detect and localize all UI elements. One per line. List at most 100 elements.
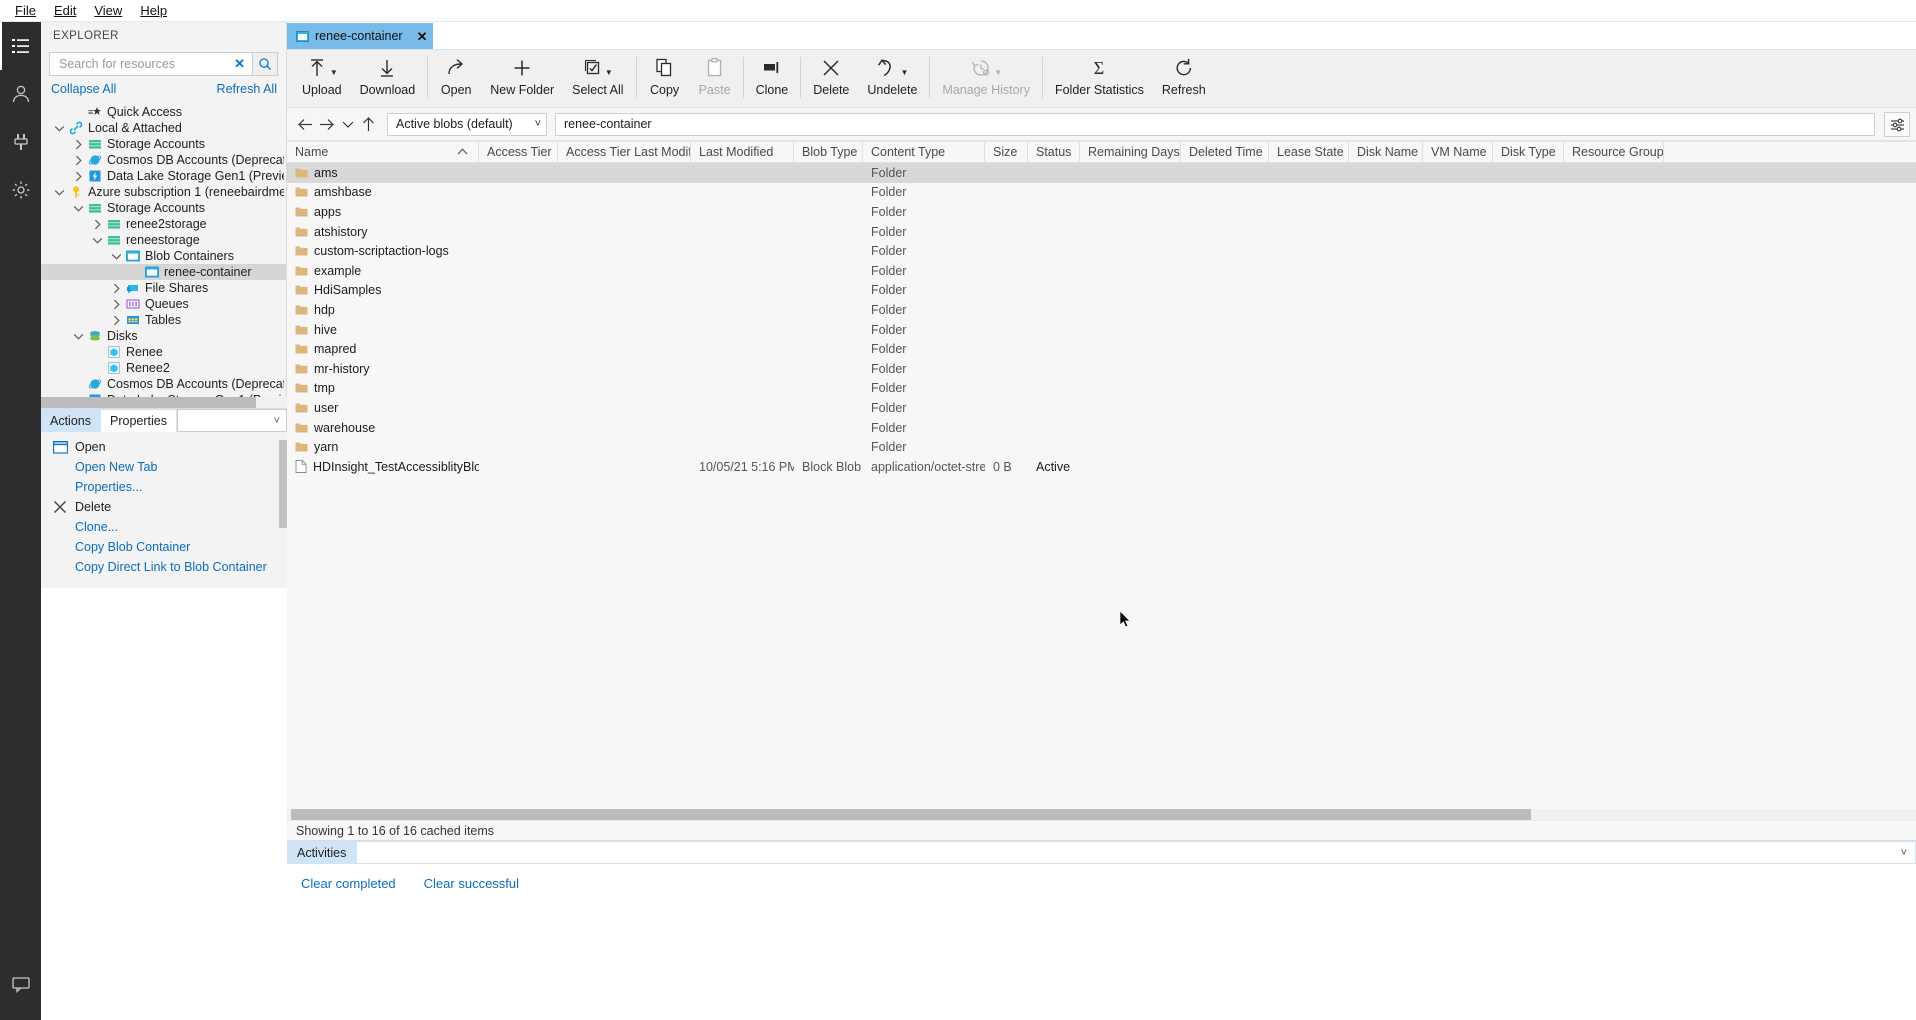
- tree-item-renee2[interactable]: Renee2: [41, 360, 286, 376]
- tree-item-data-lake-storage-gen1-preview[interactable]: Data Lake Storage Gen1 (Preview): [41, 168, 286, 184]
- menu-item-edit[interactable]: Edit: [45, 1, 85, 20]
- tree-item-storage-accounts[interactable]: Storage Accounts: [41, 136, 286, 152]
- refresh-all-link[interactable]: Refresh All: [217, 82, 277, 96]
- activities-collapse-button[interactable]: ˅: [356, 841, 1916, 864]
- explorer-horizontal-scrollbar[interactable]: [41, 397, 287, 408]
- action-item-copy-blob-container[interactable]: Copy Blob Container: [41, 537, 287, 557]
- table-row[interactable]: ams Folder: [287, 163, 1916, 183]
- account-icon[interactable]: [0, 70, 41, 118]
- column-header-last-modified[interactable]: Last Modified: [691, 142, 794, 162]
- table-row[interactable]: example Folder: [287, 261, 1916, 281]
- chevron-right-icon[interactable]: [70, 155, 86, 166]
- close-icon[interactable]: ✕: [417, 30, 428, 43]
- tab-activities[interactable]: Activities: [287, 841, 357, 864]
- connect-icon[interactable]: [0, 118, 41, 166]
- column-header-deleted-time[interactable]: Deleted Time: [1181, 142, 1269, 162]
- chevron-down-icon[interactable]: [51, 188, 67, 197]
- toolbar-button-open[interactable]: Open: [431, 50, 481, 107]
- forward-button[interactable]: [316, 113, 337, 135]
- table-row[interactable]: tmp Folder: [287, 379, 1916, 399]
- chevron-down-icon[interactable]: [89, 236, 105, 245]
- chevron-right-icon[interactable]: [108, 315, 124, 326]
- search-button[interactable]: [253, 52, 278, 76]
- action-item-delete[interactable]: Delete: [41, 497, 287, 517]
- column-header-status[interactable]: Status: [1028, 142, 1080, 162]
- column-header-access-tier-last-modified[interactable]: Access Tier Last Modified: [558, 142, 691, 162]
- toolbar-button-clone[interactable]: Clone: [747, 50, 798, 107]
- actions-vertical-scrollbar[interactable]: [279, 432, 287, 588]
- chevron-right-icon[interactable]: [70, 139, 86, 150]
- table-row[interactable]: atshistory Folder: [287, 222, 1916, 242]
- chevron-down-icon[interactable]: [108, 252, 124, 261]
- tree-item-renee2storage[interactable]: renee2storage: [41, 216, 286, 232]
- tree-item-reneestorage[interactable]: reneestorage: [41, 232, 286, 248]
- action-item-clone[interactable]: Clone...: [41, 517, 287, 537]
- toolbar-button-delete[interactable]: Delete: [804, 50, 858, 107]
- menu-item-help[interactable]: Help: [131, 1, 176, 20]
- column-settings-button[interactable]: [1884, 111, 1910, 137]
- explorer-scroll-thumb[interactable]: [41, 397, 256, 408]
- tab-actions[interactable]: Actions: [41, 409, 100, 432]
- history-dropdown-button[interactable]: [337, 113, 358, 135]
- actions-scroll-thumb[interactable]: [279, 440, 287, 528]
- toolbar-button-new-folder[interactable]: New Folder: [481, 50, 563, 107]
- table-row[interactable]: HdiSamples Folder: [287, 281, 1916, 301]
- table-row[interactable]: custom-scriptaction-logs Folder: [287, 241, 1916, 261]
- toolbar-button-undelete[interactable]: ▼ Undelete: [858, 50, 926, 107]
- column-header-size[interactable]: Size: [985, 142, 1028, 162]
- toolbar-button-upload[interactable]: ▼ Upload: [293, 50, 351, 107]
- table-row[interactable]: amshbase Folder: [287, 183, 1916, 203]
- tree-item-renee-container[interactable]: renee-container: [41, 264, 286, 280]
- chevron-right-icon[interactable]: [108, 283, 124, 294]
- search-input[interactable]: [57, 56, 232, 72]
- column-header-content-type[interactable]: Content Type: [863, 142, 985, 162]
- clear-successful-link[interactable]: Clear successful: [424, 876, 519, 891]
- action-item-open-new-tab[interactable]: Open New Tab: [41, 457, 287, 477]
- toolbar-button-refresh[interactable]: Refresh: [1153, 50, 1215, 107]
- tree-item-cosmos-db-accounts-deprecated[interactable]: Cosmos DB Accounts (Deprecated): [41, 152, 286, 168]
- column-header-resource-group[interactable]: Resource Group: [1564, 142, 1664, 162]
- column-header-lease-state[interactable]: Lease State: [1269, 142, 1349, 162]
- explorer-icon[interactable]: [0, 22, 41, 70]
- column-header-disk-type[interactable]: Disk Type: [1493, 142, 1564, 162]
- action-item-properties[interactable]: Properties...: [41, 477, 287, 497]
- table-row[interactable]: user Folder: [287, 398, 1916, 418]
- collapse-all-link[interactable]: Collapse All: [51, 82, 116, 96]
- document-tab-renee-container[interactable]: renee-container ✕: [287, 23, 434, 49]
- back-button[interactable]: [295, 113, 316, 135]
- column-header-remaining-days[interactable]: Remaining Days: [1080, 142, 1181, 162]
- chevron-down-icon[interactable]: [70, 204, 86, 213]
- tree-item-quick-access[interactable]: ≡ Quick Access: [41, 104, 286, 120]
- tree-item-local-attached[interactable]: Local & Attached: [41, 120, 286, 136]
- column-header-name[interactable]: Name: [287, 142, 479, 162]
- blob-filter-dropdown[interactable]: Active blobs (default) ˅: [387, 112, 547, 136]
- table-row[interactable]: mapred Folder: [287, 339, 1916, 359]
- action-item-open[interactable]: Open: [41, 437, 287, 457]
- grid-scroll-thumb[interactable]: [291, 809, 1531, 820]
- tree-item-file-shares[interactable]: File Shares: [41, 280, 286, 296]
- tree-item-tables[interactable]: Tables: [41, 312, 286, 328]
- table-row[interactable]: hdp Folder: [287, 300, 1916, 320]
- table-row[interactable]: warehouse Folder: [287, 418, 1916, 438]
- clear-search-icon[interactable]: ✕: [231, 56, 248, 72]
- column-header-disk-name[interactable]: Disk Name: [1349, 142, 1423, 162]
- table-row[interactable]: apps Folder: [287, 202, 1916, 222]
- tree-item-disks[interactable]: Disks: [41, 328, 286, 344]
- toolbar-button-folder-statistics[interactable]: Σ Folder Statistics: [1046, 50, 1153, 107]
- chevron-right-icon[interactable]: [70, 171, 86, 182]
- settings-icon[interactable]: [0, 166, 41, 214]
- path-input[interactable]: renee-container: [555, 112, 1875, 136]
- table-row[interactable]: mr-history Folder: [287, 359, 1916, 379]
- tree-item-renee[interactable]: Renee: [41, 344, 286, 360]
- up-button[interactable]: [358, 113, 379, 135]
- search-box[interactable]: ✕: [49, 52, 253, 76]
- chevron-right-icon[interactable]: [89, 219, 105, 230]
- tree-item-blob-containers[interactable]: Blob Containers: [41, 248, 286, 264]
- table-row[interactable]: HDInsight_TestAccessiblityBlobName 10/05/…: [287, 457, 1916, 477]
- action-item-copy-direct-link-to-blob-container[interactable]: Copy Direct Link to Blob Container: [41, 557, 287, 577]
- column-header-blob-type[interactable]: Blob Type: [794, 142, 863, 162]
- chevron-down-icon[interactable]: [70, 332, 86, 341]
- column-header-access-tier[interactable]: Access Tier: [479, 142, 558, 162]
- tree-item-storage-accounts[interactable]: Storage Accounts: [41, 200, 286, 216]
- toolbar-button-select-all[interactable]: ▼ Select All: [563, 50, 632, 107]
